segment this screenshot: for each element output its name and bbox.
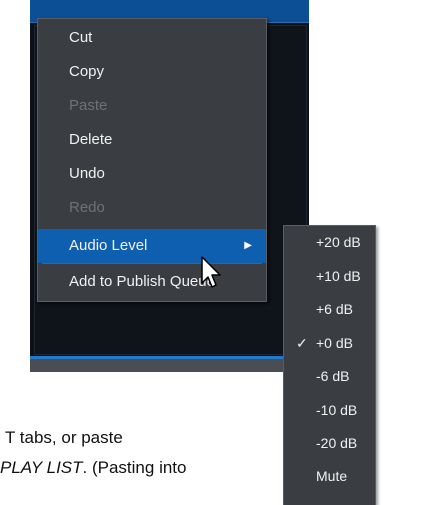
- menu-item-undo[interactable]: Undo: [38, 157, 266, 191]
- menu-item-copy[interactable]: Copy: [38, 55, 266, 89]
- submenu-item-minus-20-db[interactable]: -20 dB: [284, 427, 375, 460]
- menu-item-add-to-publish-queue[interactable]: Add to Publish Queue: [38, 265, 266, 299]
- menu-separator: [42, 263, 262, 264]
- submenu-item-label: +0 dB: [316, 335, 353, 351]
- context-menu: Cut Copy Paste Delete Undo Redo Audio Le…: [37, 18, 267, 302]
- submenu-item-plus-0-db[interactable]: ✓ +0 dB: [284, 327, 375, 360]
- menu-item-label: Audio Level: [69, 237, 148, 254]
- menu-item-audio-level[interactable]: Audio Level ▶: [38, 229, 266, 263]
- caret-right-icon: ▶: [244, 240, 252, 251]
- document-text-fragment: T: [5, 428, 16, 447]
- submenu-item-minus-6-db[interactable]: -6 dB: [284, 360, 375, 393]
- document-text-line-2: PLAY LIST. (Pasting into: [0, 458, 186, 478]
- app-bottom-bar: [30, 359, 309, 372]
- menu-item-delete[interactable]: Delete: [38, 123, 266, 157]
- submenu-item-minus-10-db[interactable]: -10 dB: [284, 394, 375, 427]
- checkmark-icon: ✓: [296, 335, 308, 351]
- audio-level-submenu: +20 dB +10 dB +6 dB ✓ +0 dB -6 dB -10 dB…: [283, 225, 376, 505]
- arrow-pointer-icon: [201, 256, 221, 288]
- document-text-fragment: tabs, or paste: [15, 428, 123, 447]
- submenu-item-plus-10-db[interactable]: +10 dB: [284, 260, 375, 293]
- menu-item-cut[interactable]: Cut: [38, 21, 266, 55]
- submenu-item-mute[interactable]: Mute: [284, 460, 375, 493]
- menu-item-paste: Paste: [69, 97, 108, 114]
- document-text-italic: PLAY LIST: [0, 458, 83, 477]
- submenu-item-plus-6-db[interactable]: +6 dB: [284, 293, 375, 326]
- document-text-line-1: T tabs, or paste: [5, 428, 123, 448]
- submenu-item-plus-20-db[interactable]: +20 dB: [284, 226, 375, 259]
- menu-item-redo: Redo: [69, 199, 105, 216]
- document-text-fragment: . (Pasting into: [82, 458, 187, 477]
